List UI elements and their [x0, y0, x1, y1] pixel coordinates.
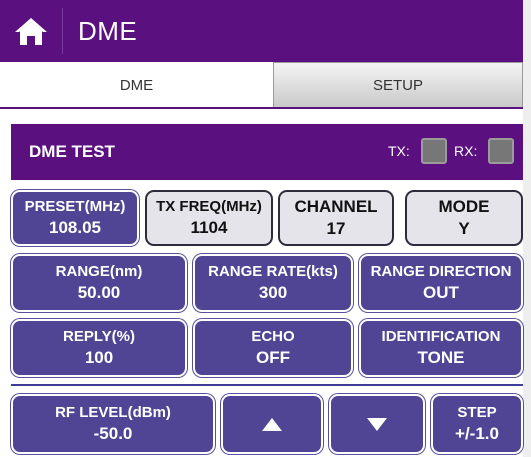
echo-button[interactable]: ECHO OFF: [193, 319, 353, 377]
range-rate-value: 300: [258, 282, 288, 302]
title-separator: [62, 8, 63, 54]
range-value: 50.00: [77, 282, 121, 302]
app-title: DME: [78, 16, 138, 46]
tab-bar: DME SETUP: [0, 62, 523, 108]
reply-label: REPLY(%): [63, 327, 135, 345]
section-divider: [11, 384, 523, 386]
decrement-button[interactable]: [329, 394, 425, 454]
identification-value: TONE: [417, 347, 465, 367]
range-direction-button[interactable]: RANGE DIRECTION OUT: [359, 254, 523, 312]
echo-label: ECHO: [251, 327, 295, 345]
range-button[interactable]: RANGE(nm) 50.00: [11, 254, 187, 312]
tab-setup[interactable]: SETUP: [273, 62, 523, 108]
tab-dme[interactable]: DME: [0, 62, 273, 108]
preset-button[interactable]: PRESET(MHz) 108.05: [11, 190, 139, 246]
preset-value: 108.05: [49, 217, 101, 237]
channel-value: 17: [326, 219, 346, 238]
scroll-edge: [523, 0, 531, 457]
increment-button[interactable]: [221, 394, 323, 454]
range-label: RANGE(nm): [55, 262, 143, 280]
reply-value: 100: [84, 347, 114, 367]
step-button[interactable]: STEP +/-1.0: [431, 394, 523, 454]
tx-indicator-label: TX:: [388, 143, 410, 159]
range-rate-label: RANGE RATE(kts): [208, 262, 338, 280]
identification-button[interactable]: IDENTIFICATION TONE: [359, 319, 523, 377]
tx-freq-value: 1104: [190, 217, 228, 237]
rx-indicator-label: RX:: [454, 143, 478, 159]
tx-freq-label: TX FREQ(MHz): [156, 197, 262, 215]
rx-indicator-light: [488, 138, 514, 164]
mode-button[interactable]: MODE Y: [405, 190, 523, 246]
home-button[interactable]: [0, 0, 62, 62]
channel-label: CHANNEL: [294, 196, 378, 216]
panel-header: DME TEST TX: RX:: [11, 124, 523, 180]
range-direction-value: OUT: [423, 282, 459, 302]
arrow-down-icon: [367, 417, 387, 431]
range-rate-button[interactable]: RANGE RATE(kts) 300: [193, 254, 353, 312]
rf-level-value: -50.0: [93, 423, 133, 443]
panel-title: DME TEST: [29, 142, 115, 161]
tab-underline: [0, 107, 523, 109]
tx-freq-button[interactable]: TX FREQ(MHz) 1104: [145, 190, 273, 246]
home-icon: [15, 18, 47, 45]
range-direction-label: RANGE DIRECTION: [370, 262, 512, 280]
reply-button[interactable]: REPLY(%) 100: [11, 319, 187, 377]
step-value: +/-1.0: [455, 423, 499, 443]
step-label: STEP: [457, 403, 497, 421]
channel-button[interactable]: CHANNEL 17: [278, 190, 394, 246]
rf-level-button[interactable]: RF LEVEL(dBm) -50.0: [11, 394, 215, 454]
echo-value: OFF: [256, 347, 290, 367]
mode-value: Y: [458, 219, 470, 238]
mode-label: MODE: [438, 196, 490, 216]
tx-indicator-light: [421, 138, 447, 164]
preset-label: PRESET(MHz): [24, 197, 126, 215]
identification-label: IDENTIFICATION: [381, 327, 501, 345]
rf-level-label: RF LEVEL(dBm): [55, 403, 171, 421]
arrow-up-icon: [262, 417, 282, 431]
title-bar: DME: [0, 0, 531, 62]
